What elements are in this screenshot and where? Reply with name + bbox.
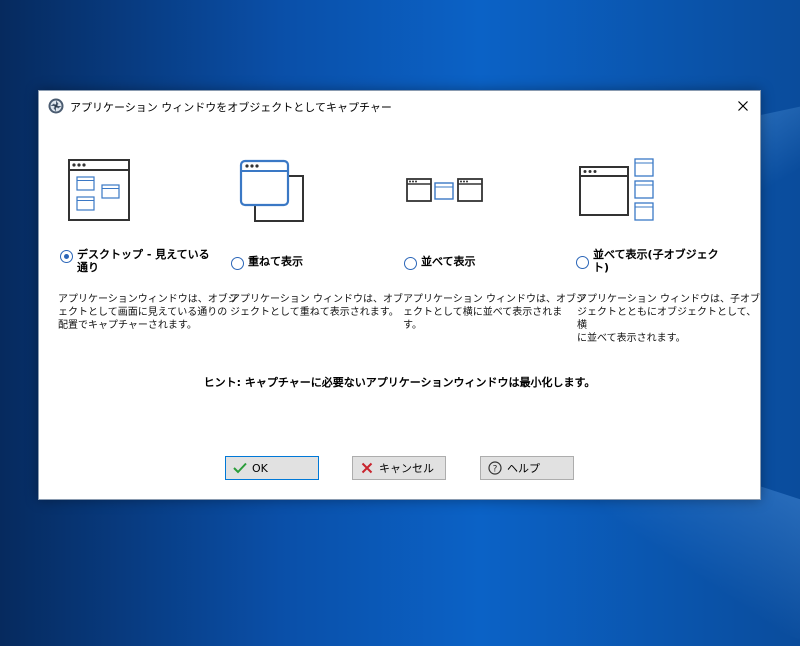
option-desktop-label-line1: デスクトップ - 見えている	[77, 248, 210, 261]
help-button-label: ヘルプ	[507, 462, 540, 475]
option-tile-radio[interactable]: 並べて表示	[404, 255, 476, 270]
ok-button[interactable]: OK	[225, 456, 319, 480]
dialog-title: アプリケーション ウィンドウをオブジェクトとしてキャプチャー	[70, 101, 392, 114]
option-desktop-radio[interactable]: デスクトップ - 見えている 通り	[60, 248, 210, 274]
cascade-layout-illustration	[239, 159, 304, 222]
option-tile-children-description: アプリケーション ウィンドウは、子オブ ジェクトとともにオブジェクトとして、横 …	[577, 294, 760, 344]
close-button[interactable]	[726, 91, 760, 121]
close-icon	[738, 101, 748, 111]
option-tile-children-radio[interactable]: 並べて表示(子オブジェク ト)	[576, 248, 719, 274]
tile-children-layout-illustration	[579, 158, 654, 221]
title-bar: アプリケーション ウィンドウをオブジェクトとしてキャプチャー	[39, 91, 760, 121]
question-circle-icon: ?	[487, 460, 503, 476]
option-tile-children-label-line1: 並べて表示(子オブジェク	[593, 248, 719, 261]
tile-layout-illustration	[406, 178, 483, 202]
hint-text: ヒント: キャプチャーに必要ないアプリケーションウィンドウは最小化します。	[203, 376, 596, 389]
option-cascade-label: 重ねて表示	[248, 255, 303, 268]
radio-button-selected[interactable]	[60, 250, 73, 263]
option-tile-children-label-line2: ト)	[593, 261, 610, 274]
checkmark-icon	[232, 460, 248, 476]
cancel-button[interactable]: キャンセル	[352, 456, 446, 480]
radio-button[interactable]	[576, 256, 589, 269]
radio-button[interactable]	[231, 257, 244, 270]
radio-button[interactable]	[404, 257, 417, 270]
svg-text:?: ?	[493, 465, 498, 475]
cancel-button-label: キャンセル	[379, 462, 434, 475]
option-cascade-radio[interactable]: 重ねて表示	[231, 255, 303, 270]
option-cascade-description: アプリケーション ウィンドウは、オブ ジェクトとして重ねて表示されます。	[230, 294, 403, 318]
option-tile-label: 並べて表示	[421, 255, 476, 268]
desktop-layout-illustration	[68, 159, 130, 221]
ok-button-label: OK	[252, 461, 268, 475]
option-tile-description: アプリケーション ウィンドウは、オブジ ェクトとして横に並べて表示されま す。	[403, 294, 586, 331]
help-button[interactable]: ? ヘルプ	[480, 456, 574, 480]
option-desktop-description: アプリケーションウィンドウは、オブジ ェクトとして画面に見えている通りの 配置で…	[58, 294, 238, 331]
x-icon	[359, 460, 375, 476]
option-desktop-label-line2: 通り	[77, 261, 99, 274]
camera-aperture-icon	[48, 98, 64, 114]
capture-window-dialog: アプリケーション ウィンドウをオブジェクトとしてキャプチャー デスクトップ - …	[38, 90, 761, 500]
